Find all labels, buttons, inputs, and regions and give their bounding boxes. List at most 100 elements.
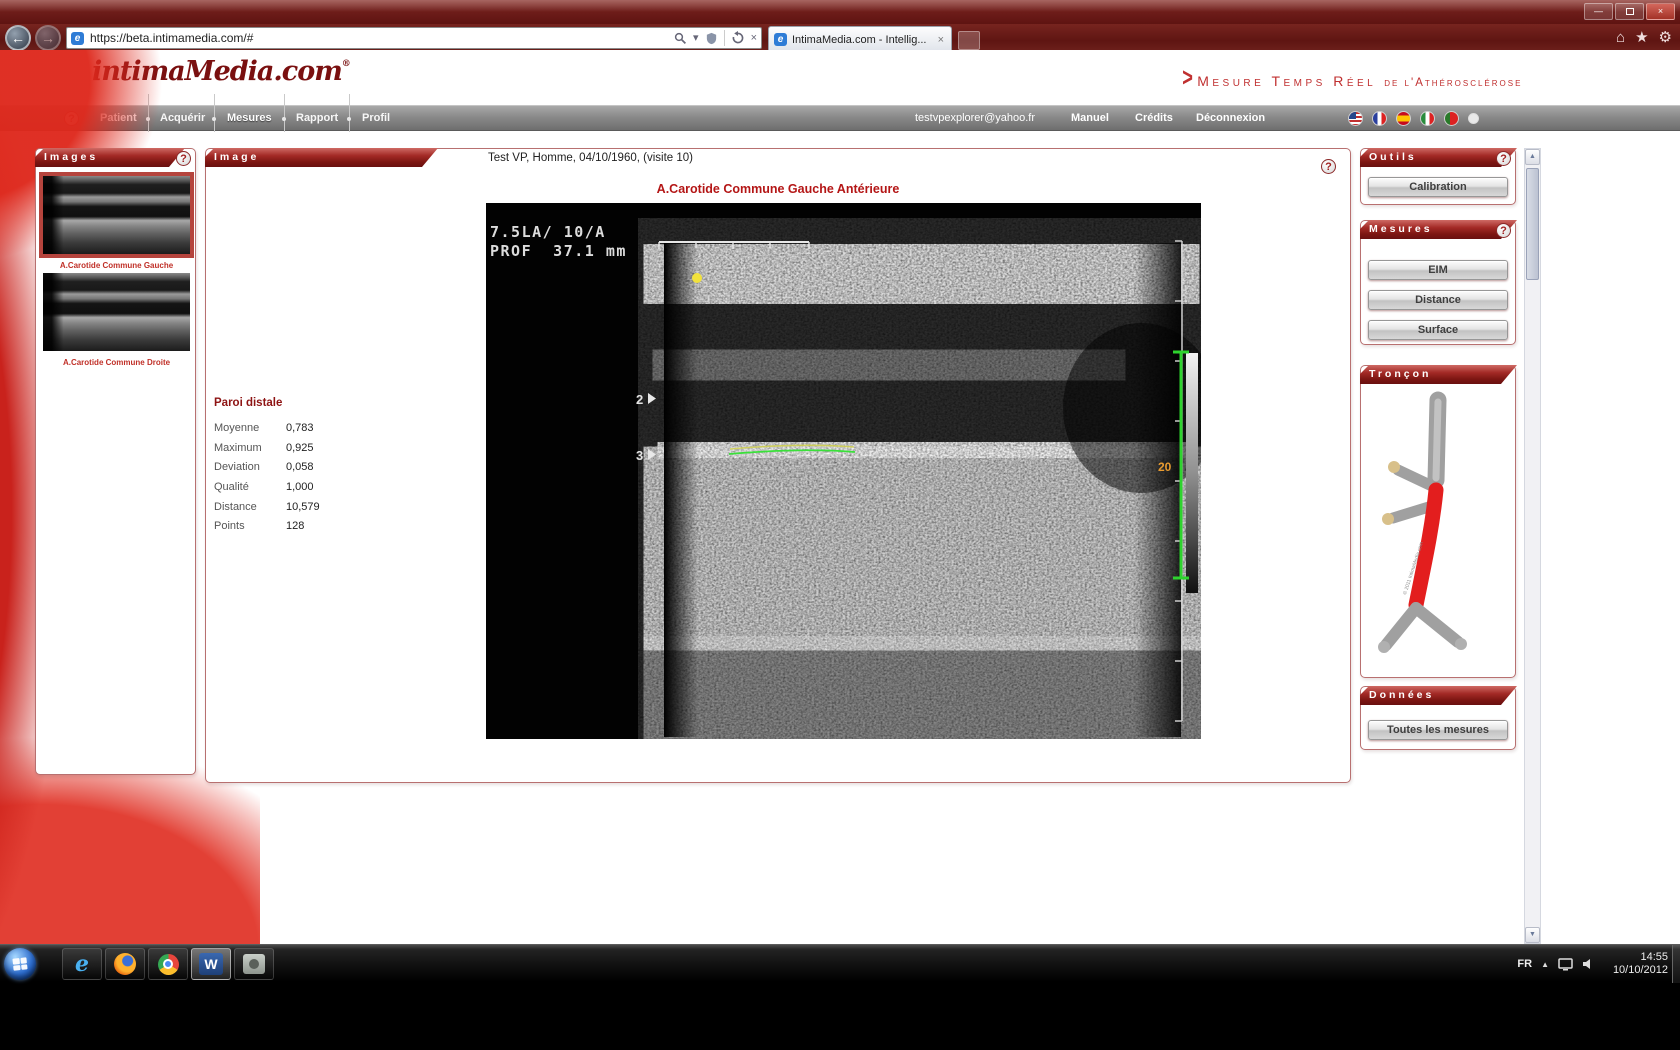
home-icon[interactable]: ⌂ (1616, 27, 1625, 49)
minimize-button[interactable]: — (1584, 3, 1613, 20)
start-button[interactable] (4, 948, 36, 980)
autocomplete-caret-icon[interactable]: ▾ (693, 30, 699, 46)
mesures-panel-title: Mesures (1360, 220, 1517, 239)
nav-link-manuel[interactable]: Manuel (1071, 106, 1109, 132)
thumbnail-label: A.Carotide Commune Droite (43, 358, 190, 367)
nav-bullet (146, 117, 150, 121)
new-tab-button[interactable] (958, 31, 980, 50)
thumbnail-carotide-gauche[interactable]: A.Carotide Commune Gauche (43, 176, 190, 270)
flag-es-icon[interactable] (1396, 111, 1411, 126)
ultrasound-image[interactable]: 7.5LA/ 10/A PROF 37.1 mm 2 3 (486, 203, 1201, 739)
ultrasound-thumbnail (43, 176, 190, 254)
tab-title: IntimaMedia.com - Intellig... (792, 34, 936, 46)
flag-pt-icon[interactable] (1444, 111, 1459, 126)
nav-separator (349, 94, 350, 132)
address-bar-divider (724, 30, 725, 46)
stat-label: Distance (214, 501, 286, 513)
thumbnail-carotide-droite[interactable]: A.Carotide Commune Droite (43, 273, 190, 367)
maximize-button[interactable] (1615, 3, 1644, 20)
nav-item-acquerir[interactable]: Acquérir (160, 106, 205, 132)
toutes-les-mesures-button[interactable]: Toutes les mesures (1368, 720, 1508, 740)
hidden-icons-button[interactable]: ▲ (1541, 960, 1549, 969)
taskbar-utility-button[interactable] (234, 948, 274, 980)
calibration-button[interactable]: Calibration (1368, 177, 1508, 197)
stat-row: Deviation0,058 (214, 457, 364, 477)
taskbar-chrome-button[interactable] (148, 948, 188, 980)
outils-panel: Outils ? Calibration (1360, 148, 1516, 205)
nav-link-deconnexion[interactable]: Déconnexion (1196, 106, 1265, 132)
refresh-icon[interactable] (731, 31, 745, 45)
taskbar-ie-button[interactable]: e (62, 948, 102, 980)
outils-help-icon[interactable]: ? (1496, 151, 1511, 166)
scroll-up-button[interactable]: ▲ (1525, 149, 1540, 165)
search-icon[interactable] (674, 32, 687, 45)
stop-icon[interactable]: × (751, 30, 757, 46)
svg-text:2: 2 (636, 392, 643, 407)
nav-item-patient[interactable]: Patient (100, 106, 137, 132)
stat-value: 1,000 (286, 481, 314, 493)
address-bar-icons: ▾ × (674, 30, 757, 46)
url-text[interactable]: https://beta.intimamedia.com/# (90, 31, 674, 45)
browser-tab[interactable]: e IntimaMedia.com - Intellig... × (768, 26, 952, 52)
firefox-icon (114, 953, 136, 975)
main-navigation: ? Patient Acquérir Mesures Rapport Profi… (0, 105, 1680, 131)
brand-tagline: > Mesure Temps Réel de l'Athérosclérose (1180, 62, 1522, 93)
flag-fr-icon[interactable] (1372, 111, 1387, 126)
tab-close-icon[interactable]: × (936, 34, 946, 46)
scroll-down-button[interactable]: ▼ (1525, 927, 1540, 943)
flag-extra-icon[interactable] (1468, 113, 1479, 124)
probe-info-text: 7.5LA/ 10/A (490, 223, 606, 241)
distance-button[interactable]: Distance (1368, 290, 1508, 310)
user-email[interactable]: testvpexplorer@yahoo.fr (915, 106, 1035, 132)
stat-row: Maximum0,925 (214, 438, 364, 458)
minimize-icon: — (1594, 6, 1603, 16)
page: intimaMedia.com® > Mesure Temps Réel de … (0, 50, 1680, 944)
image-title: A.Carotide Commune Gauche Antérieure (206, 182, 1350, 196)
nav-item-mesures[interactable]: Mesures (227, 106, 272, 132)
carotid-artery-diagram[interactable]: © 2011 IntimaMedia.com (1366, 390, 1511, 675)
clock-date: 10/10/2012 (1604, 964, 1668, 977)
browser-titlebar: — × (0, 0, 1680, 26)
ie-icon: e (75, 951, 89, 977)
mesures-help-icon[interactable]: ? (1496, 223, 1511, 238)
flag-it-icon[interactable] (1420, 111, 1435, 126)
display-tray-icon[interactable] (1558, 958, 1573, 971)
patient-info: Test VP, Homme, 04/10/1960, (visite 10) (488, 152, 693, 164)
tagline-chevron-icon: > (1182, 62, 1193, 93)
nav-item-rapport[interactable]: Rapport (296, 106, 338, 132)
shield-icon[interactable] (705, 32, 718, 45)
nav-item-profil[interactable]: Profil (362, 106, 390, 132)
tagline-main: Mesure Temps Réel (1197, 73, 1376, 89)
taskbar-word-button[interactable]: W (191, 948, 231, 980)
nav-bullet (282, 117, 286, 121)
surface-button[interactable]: Surface (1368, 320, 1508, 340)
scrollbar-thumb[interactable] (1526, 168, 1539, 280)
favorites-icon[interactable]: ★ (1635, 27, 1648, 49)
image-help-icon[interactable]: ? (1321, 159, 1336, 174)
close-button[interactable]: × (1646, 3, 1675, 20)
tools-gear-icon[interactable]: ⚙ (1659, 27, 1672, 49)
stat-label: Moyenne (214, 422, 286, 434)
back-button[interactable]: ← (5, 25, 31, 51)
nav-separator (284, 94, 285, 132)
page-scrollbar[interactable]: ▲ ▼ (1524, 148, 1541, 944)
eim-button[interactable]: EIM (1368, 260, 1508, 280)
forward-button[interactable]: → (35, 25, 61, 51)
language-indicator[interactable]: FR (1517, 958, 1532, 970)
flag-us-icon[interactable] (1348, 111, 1363, 126)
clock[interactable]: 14:55 10/10/2012 (1604, 951, 1668, 977)
titlebar-sheen (0, 0, 1680, 12)
nav-link-credits[interactable]: Crédits (1135, 106, 1173, 132)
site-logo[interactable]: intimaMedia.com® (92, 56, 350, 87)
taskbar-firefox-button[interactable] (105, 948, 145, 980)
mesures-panel: Mesures ? EIM Distance Surface (1360, 220, 1516, 345)
show-desktop-button[interactable] (1672, 945, 1680, 983)
window-controls: — × (1584, 3, 1675, 20)
images-help-icon[interactable]: ? (176, 151, 191, 166)
nav-help-icon[interactable]: ? (64, 111, 79, 126)
volume-tray-icon[interactable] (1582, 958, 1595, 970)
address-bar[interactable]: e https://beta.intimamedia.com/# ▾ × (66, 27, 762, 49)
artery-clamp-marker (1388, 461, 1400, 473)
troncon-panel: Tronçon © 2011 IntimaMedia.com (1360, 365, 1516, 678)
outils-panel-title: Outils (1360, 148, 1517, 167)
